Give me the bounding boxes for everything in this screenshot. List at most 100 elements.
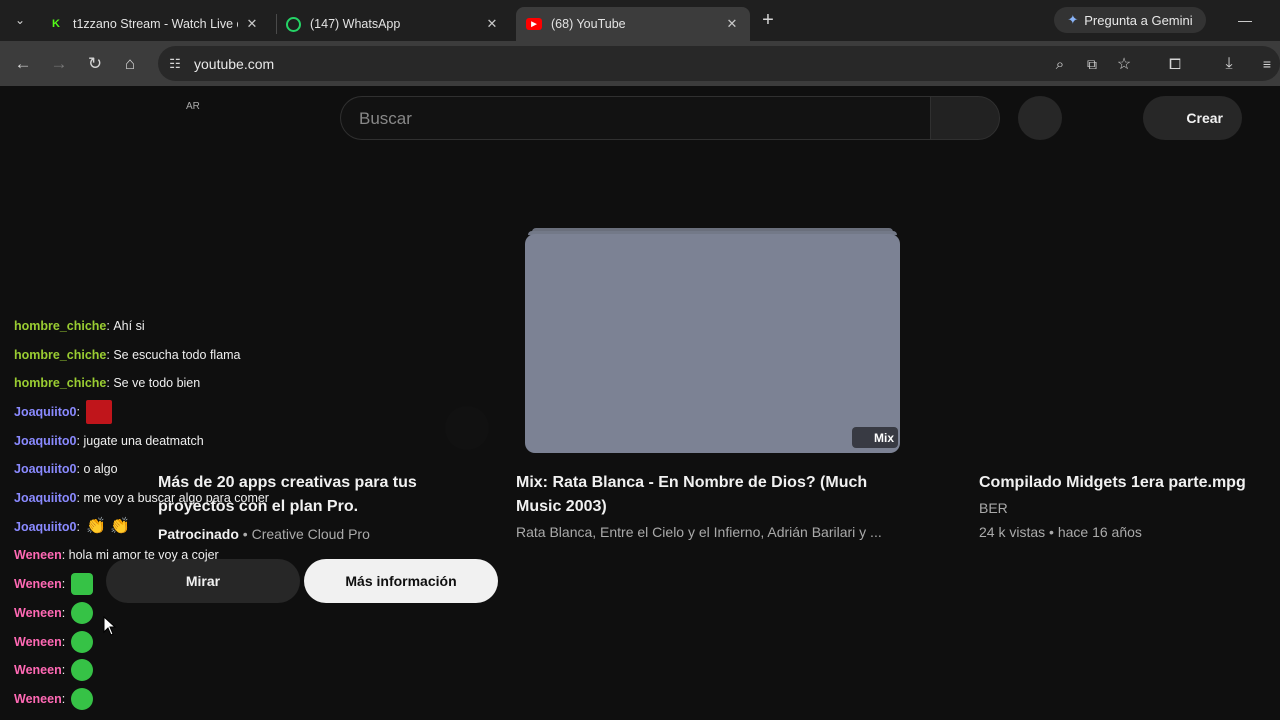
chat-message: Weneen:: [14, 602, 94, 624]
chat-message: hombre_chiche: Ahí si: [14, 315, 145, 337]
reload-icon[interactable]: ↻: [82, 51, 108, 77]
chat-username[interactable]: hombre_chiche: [14, 319, 106, 333]
green-emote-icon: [71, 688, 94, 710]
chat-colon: :: [106, 319, 114, 333]
back-icon[interactable]: ←: [10, 51, 36, 77]
chat-username[interactable]: Joaquiito0: [14, 434, 77, 448]
chat-text: Se ve todo bien: [113, 376, 201, 390]
gemini-label: Pregunta a Gemini: [1084, 12, 1193, 28]
chat-username[interactable]: Weneen: [14, 548, 62, 562]
create-label: Crear: [1186, 110, 1223, 126]
site-info-icon[interactable]: ☷: [162, 51, 188, 77]
video-channel[interactable]: BER: [979, 500, 1008, 516]
chat-message: Weneen:: [14, 688, 94, 710]
chat-text: Ahí si: [113, 319, 145, 333]
chat-username[interactable]: Weneen: [14, 663, 62, 677]
chat-username[interactable]: Joaquiito0: [14, 520, 77, 534]
green-emote-icon: [71, 573, 94, 595]
ad-channel[interactable]: Creative Cloud Pro: [252, 526, 370, 542]
chat-colon: :: [76, 491, 84, 505]
chat-username[interactable]: Weneen: [14, 606, 62, 620]
extensions-icon[interactable]: ⧠: [1162, 51, 1188, 77]
tab-kick[interactable]: K t1zzano Stream - Watch Live on Kick ✕: [38, 7, 270, 41]
bookmark-star-icon[interactable]: ☆: [1111, 51, 1137, 77]
chat-username[interactable]: Joaquiito0: [14, 405, 77, 419]
youtube-icon: ▶: [526, 18, 542, 30]
chat-username[interactable]: Joaquiito0: [14, 491, 77, 505]
chat-colon: :: [61, 635, 66, 649]
tab-youtube[interactable]: ▶ (68) YouTube ✕: [516, 7, 750, 41]
close-icon[interactable]: ✕: [724, 16, 740, 32]
chat-message: Weneen:: [14, 573, 94, 595]
minimize-icon[interactable]: —: [1232, 7, 1258, 33]
chat-text: Se escucha todo flama: [113, 348, 241, 362]
video-meta: Rata Blanca, Entre el Cielo y el Infiern…: [516, 524, 882, 540]
download-icon[interactable]: ⤓: [1216, 51, 1242, 77]
create-button[interactable]: Crear: [1143, 96, 1242, 140]
green-emote-icon: [71, 631, 94, 653]
video-title[interactable]: Mix: Rata Blanca - En Nombre de Dios? (M…: [516, 471, 906, 519]
menu-icon[interactable]: ≡: [1254, 51, 1280, 77]
chat-message: Joaquiito0: o algo: [14, 458, 118, 480]
chat-colon: :: [61, 663, 66, 677]
tab-search-icon[interactable]: ⌄: [7, 7, 33, 33]
chat-text: me voy a buscar algo para comer: [83, 491, 269, 505]
meta-dot: •: [242, 526, 252, 542]
chat-colon: :: [61, 577, 66, 591]
whatsapp-icon: [286, 16, 301, 32]
mouse-cursor-icon: [103, 616, 117, 636]
video-thumbnail-mix[interactable]: [525, 234, 900, 453]
red-emote-icon: [86, 400, 112, 424]
new-tab-icon[interactable]: +: [755, 7, 781, 33]
voice-search-button[interactable]: [1018, 96, 1062, 140]
chat-colon: :: [61, 692, 66, 706]
url-text: youtube.com: [194, 56, 275, 72]
kick-icon: K: [52, 18, 60, 30]
install-icon[interactable]: ⧉: [1079, 51, 1105, 77]
video-meta: 24 k vistas • hace 16 años: [979, 524, 1142, 540]
browser-toolbar: ← → ↻ ⌂ ☷ youtube.com ⌕ ⧉ ☆ ⧠ ⤓ ≡: [0, 41, 1280, 86]
chat-username[interactable]: hombre_chiche: [14, 376, 106, 390]
address-bar[interactable]: ☷ youtube.com ⌕ ⧉ ☆: [158, 46, 1280, 81]
chat-colon: :: [76, 405, 80, 419]
gemini-icon: ✦: [1067, 12, 1079, 27]
tab-whatsapp[interactable]: (147) WhatsApp ✕: [276, 7, 510, 41]
watch-label: Mirar: [185, 573, 221, 589]
channel-avatar[interactable]: [445, 406, 489, 450]
close-icon[interactable]: ✕: [484, 16, 500, 32]
browser-tab-strip: ⌄ K t1zzano Stream - Watch Live on Kick …: [0, 0, 1280, 41]
tab-title: t1zzano Stream - Watch Live on Kick: [73, 17, 238, 31]
gemini-button[interactable]: ✦ Pregunta a Gemini: [1054, 7, 1206, 33]
sponsored-label: Patrocinado: [158, 526, 239, 542]
chat-username[interactable]: Weneen: [14, 635, 62, 649]
more-info-label: Más información: [345, 573, 457, 589]
chat-username[interactable]: Weneen: [14, 577, 62, 591]
home-icon[interactable]: ⌂: [117, 51, 143, 77]
chat-text: o algo: [83, 462, 118, 476]
ad-meta: Patrocinado • Creative Cloud Pro: [158, 526, 370, 542]
tab-title: (147) WhatsApp: [310, 17, 401, 31]
green-emote-icon: [71, 659, 94, 681]
region-code: AR: [186, 101, 200, 112]
green-emote-icon: [71, 602, 94, 624]
chat-message: Weneen:: [14, 659, 94, 681]
close-icon[interactable]: ✕: [244, 16, 260, 32]
chat-username[interactable]: Joaquiito0: [14, 462, 77, 476]
chat-colon: :: [106, 348, 114, 362]
chat-colon: :: [76, 520, 80, 534]
mix-badge-label: Mix: [873, 430, 894, 445]
video-title[interactable]: Compilado Midgets 1era parte.mpg: [979, 471, 1269, 495]
forward-icon[interactable]: →: [46, 51, 72, 77]
zoom-icon[interactable]: ⌕: [1047, 51, 1073, 77]
chat-colon: :: [106, 376, 114, 390]
chat-message: hombre_chiche: Se escucha todo flama: [14, 344, 241, 366]
chat-username[interactable]: hombre_chiche: [14, 348, 106, 362]
chat-message: Joaquiito0: jugate una deatmatch: [14, 430, 204, 452]
chat-message: Joaquiito0: 👏 👏: [14, 516, 132, 538]
chat-message: Joaquiito0: me voy a buscar algo para co…: [14, 487, 269, 509]
chat-message: Weneen: hola mi amor te voy a cojer: [14, 544, 219, 566]
search-button[interactable]: [930, 96, 1000, 140]
search-input[interactable]: Buscar: [340, 96, 931, 140]
chat-username[interactable]: Weneen: [14, 692, 62, 706]
more-info-button[interactable]: Más información: [304, 559, 498, 603]
